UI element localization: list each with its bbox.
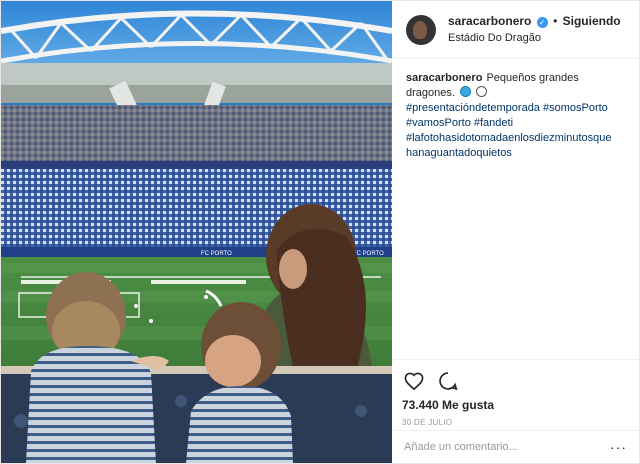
header-text: saracarbonero ✓ • Siguiendo Estádio Do D… bbox=[448, 13, 621, 47]
username-link[interactable]: saracarbonero bbox=[448, 14, 531, 28]
instagram-post: FC PORTO FC PORTO saracarbonero ✓ • Sigu… bbox=[0, 0, 640, 464]
add-comment-bar: ··· bbox=[392, 430, 639, 463]
avatar[interactable] bbox=[406, 14, 436, 45]
caption: saracarbonero Pequeños grandes dragones. bbox=[406, 71, 625, 101]
blue-circle-emoji-icon bbox=[460, 86, 471, 97]
likes-count[interactable]: 73.440 Me gusta bbox=[402, 398, 629, 412]
post-sidebar: saracarbonero ✓ • Siguiendo Estádio Do D… bbox=[392, 1, 639, 463]
header-top-line: saracarbonero ✓ • Siguiendo bbox=[448, 13, 621, 30]
hashtag-line[interactable]: hanaguantadoquietos bbox=[406, 146, 625, 161]
separator-dot: • bbox=[553, 13, 558, 28]
hashtag-line[interactable]: #lafotohasidotomadaenlosdiezminutosque bbox=[406, 131, 625, 146]
following-button[interactable]: Siguiendo bbox=[563, 14, 621, 28]
caption-username[interactable]: saracarbonero bbox=[406, 72, 482, 84]
board-text-right: FC PORTO bbox=[353, 251, 384, 257]
verified-badge-icon: ✓ bbox=[536, 16, 548, 28]
location-link[interactable]: Estádio Do Dragão bbox=[448, 30, 621, 47]
comment-input[interactable] bbox=[402, 440, 586, 454]
post-header: saracarbonero ✓ • Siguiendo Estádio Do D… bbox=[392, 1, 639, 59]
board-text-left: FC PORTO bbox=[201, 251, 232, 257]
post-actions: 73.440 Me gusta 30 DE JULIO bbox=[392, 359, 639, 427]
speech-bubble-icon bbox=[439, 372, 458, 391]
stadium-photo-illustration: FC PORTO FC PORTO bbox=[1, 1, 392, 463]
hashtag-line[interactable]: #vamosPorto #fandeti bbox=[406, 116, 625, 131]
more-options-button[interactable]: ··· bbox=[610, 439, 627, 455]
heart-icon bbox=[404, 372, 424, 390]
comment-button[interactable] bbox=[436, 369, 460, 393]
action-icons bbox=[402, 368, 629, 394]
post-photo[interactable]: FC PORTO FC PORTO bbox=[1, 1, 392, 463]
caption-block: saracarbonero Pequeños grandes dragones. … bbox=[392, 59, 639, 161]
white-circle-emoji-icon bbox=[476, 86, 488, 97]
like-button[interactable] bbox=[402, 369, 426, 393]
post-date[interactable]: 30 DE JULIO bbox=[402, 418, 629, 427]
hashtag-line[interactable]: #presentacióndetemporada #somosPorto bbox=[406, 101, 625, 116]
